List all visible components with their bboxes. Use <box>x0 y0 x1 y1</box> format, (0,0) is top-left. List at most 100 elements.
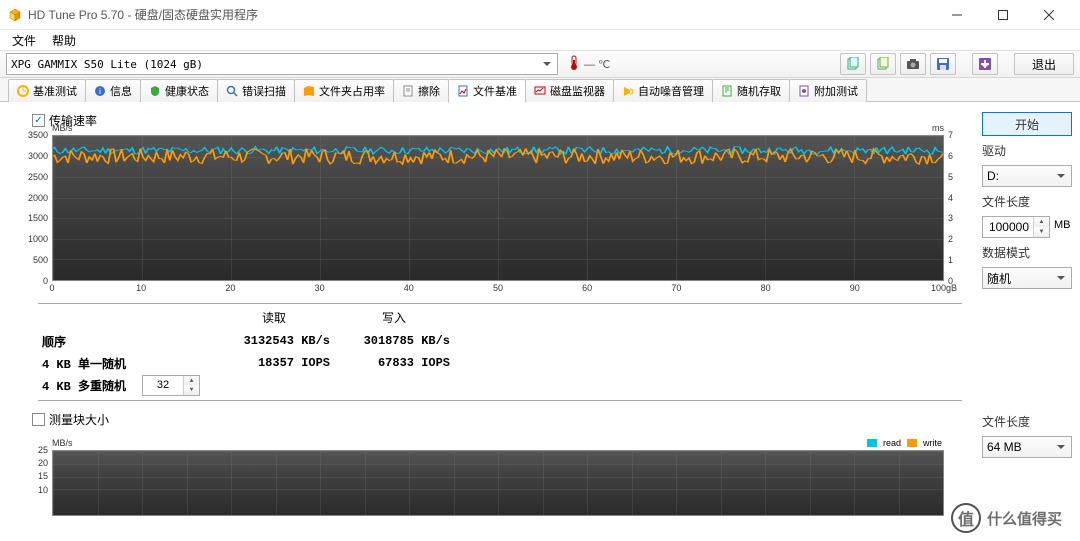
temp-indicator: — ℃ <box>562 55 616 74</box>
svg-text:i: i <box>99 87 101 96</box>
watermark-badge: 值 <box>951 503 981 533</box>
seq-read-value: 3132543 KB/s <box>244 334 330 348</box>
minimize-button[interactable] <box>934 0 980 30</box>
filelen2-select[interactable]: 64 MB <box>982 436 1072 458</box>
read-header: 读取 <box>262 309 286 326</box>
maximize-button[interactable] <box>980 0 1026 30</box>
app-icon <box>8 8 22 22</box>
tab-0[interactable]: 基准测试 <box>8 79 86 102</box>
tab-4[interactable]: 文件夹占用率 <box>294 79 394 102</box>
filelen-up[interactable]: ▲ <box>1034 217 1049 227</box>
tab-icon-1: i <box>94 85 106 97</box>
tab-label-7: 磁盘监视器 <box>550 83 605 99</box>
legend-write: write <box>923 438 942 448</box>
menubar: 文件 帮助 <box>0 30 1080 50</box>
tab-5[interactable]: 擦除 <box>393 79 449 102</box>
pattern-value: 随机 <box>987 270 1011 287</box>
tab-2[interactable]: 健康状态 <box>140 79 218 102</box>
block-chart: MB/s readwrite 10152025 <box>30 438 964 516</box>
filelen-spinner[interactable]: ▲▼ <box>982 216 1050 238</box>
tab-9[interactable]: 随机存取 <box>712 79 790 102</box>
chart1-right-unit: ms <box>932 123 944 133</box>
read-swatch <box>867 439 877 447</box>
tab-icon-5 <box>402 85 414 97</box>
tab-icon-10 <box>798 85 810 97</box>
menu-file[interactable]: 文件 <box>4 30 44 51</box>
tab-label-2: 健康状态 <box>165 83 209 99</box>
drive-label: 驱动 <box>982 142 1072 159</box>
toolbar: XPG GAMMIX S50 Lite (1024 gB) — ℃ 退出 <box>0 50 1080 78</box>
tab-label-9: 随机存取 <box>737 83 781 99</box>
watermark-text: 什么值得买 <box>987 508 1062 529</box>
menu-help[interactable]: 帮助 <box>44 30 84 51</box>
tab-label-6: 文件基准 <box>473 83 517 99</box>
multi-random-label: 4 KB 多重随机 <box>42 377 126 394</box>
write-header: 写入 <box>382 309 406 326</box>
copy-image-button[interactable] <box>870 53 896 75</box>
tab-icon-3 <box>226 85 238 97</box>
legend-read: read <box>883 438 901 448</box>
window-title: HD Tune Pro 5.70 - 硬盘/固态硬盘实用程序 <box>28 6 934 23</box>
results-table: 顺序 4 KB 单一随机 4 KB 多重随机 ▲▼ 读取 3132543 KB/… <box>38 303 962 401</box>
tab-icon-7 <box>534 85 546 97</box>
tab-bar: 基准测试 i 信息 健康状态 错误扫描 文件夹占用率 擦除 文件基准 磁盘监视器 自动噪音管理 随机… <box>0 78 1080 102</box>
save-button[interactable] <box>930 53 956 75</box>
tab-label-4: 文件夹占用率 <box>319 83 385 99</box>
tab-label-3: 错误扫描 <box>242 83 286 99</box>
settings-button[interactable] <box>972 53 998 75</box>
tab-7[interactable]: 磁盘监视器 <box>525 79 614 102</box>
copy-text-button[interactable] <box>840 53 866 75</box>
tab-3[interactable]: 错误扫描 <box>217 79 295 102</box>
tab-6[interactable]: 文件基准 <box>448 79 526 103</box>
watermark: 值 什么值得买 <box>951 503 1062 533</box>
transfer-rate-checkbox[interactable] <box>32 114 45 127</box>
chart1-left-unit: MB/s <box>52 123 73 133</box>
write-swatch <box>907 439 917 447</box>
tab-1[interactable]: i 信息 <box>85 79 141 102</box>
transfer-chart: MB/s ms 0500100015002000250030003500 012… <box>30 135 964 295</box>
queue-up[interactable]: ▲ <box>184 376 199 386</box>
tab-icon-9 <box>721 85 733 97</box>
filelen-input[interactable] <box>983 217 1033 237</box>
single-read-value: 18357 IOPS <box>258 356 330 370</box>
filelen-down[interactable]: ▼ <box>1034 227 1049 237</box>
tab-10[interactable]: 附加测试 <box>789 79 867 102</box>
titlebar: HD Tune Pro 5.70 - 硬盘/固态硬盘实用程序 <box>0 0 1080 30</box>
filelen2-value: 64 MB <box>987 440 1022 454</box>
tab-label-8: 自动噪音管理 <box>638 83 704 99</box>
single-write-value: 67833 IOPS <box>378 356 450 370</box>
block-size-checkbox[interactable] <box>32 413 45 426</box>
side-panel: 开始 驱动 D: 文件长度 ▲▼ MB 数据模式 随机 文件长度 64 MB <box>982 110 1072 516</box>
filelen-unit: MB <box>1054 219 1071 231</box>
tab-icon-2 <box>149 85 161 97</box>
close-button[interactable] <box>1026 0 1072 30</box>
tab-label-0: 基准测试 <box>33 83 77 99</box>
tab-label-5: 擦除 <box>418 83 440 99</box>
drive-dropdown[interactable]: XPG GAMMIX S50 Lite (1024 gB) <box>6 53 558 75</box>
tab-icon-0 <box>17 85 29 97</box>
exit-button[interactable]: 退出 <box>1014 53 1074 75</box>
drive-value: XPG GAMMIX S50 Lite (1024 gB) <box>11 58 203 71</box>
chart2-left-unit: MB/s <box>52 438 73 448</box>
screenshot-button[interactable] <box>900 53 926 75</box>
tab-8[interactable]: 自动噪音管理 <box>613 79 713 102</box>
tab-icon-6 <box>457 85 469 97</box>
tab-icon-8 <box>622 85 634 97</box>
temp-value: — ℃ <box>584 58 610 71</box>
block-size-label: 测量块大小 <box>49 411 109 428</box>
queue-down[interactable]: ▼ <box>184 385 199 395</box>
drive-select-value: D: <box>987 169 999 183</box>
filelen2-label: 文件长度 <box>982 413 1072 430</box>
drive-select[interactable]: D: <box>982 165 1072 187</box>
queue-depth-input[interactable] <box>143 376 183 395</box>
start-button[interactable]: 开始 <box>982 112 1072 136</box>
tab-icon-4 <box>303 85 315 97</box>
seq-write-value: 3018785 KB/s <box>364 334 450 348</box>
queue-depth-spinner[interactable]: ▲▼ <box>142 375 200 396</box>
tab-label-1: 信息 <box>110 83 132 99</box>
single-random-label: 4 KB 单一随机 <box>42 355 126 372</box>
seq-label: 顺序 <box>42 333 66 350</box>
tab-label-10: 附加测试 <box>814 83 858 99</box>
pattern-select[interactable]: 随机 <box>982 267 1072 289</box>
filelen-label: 文件长度 <box>982 193 1072 210</box>
